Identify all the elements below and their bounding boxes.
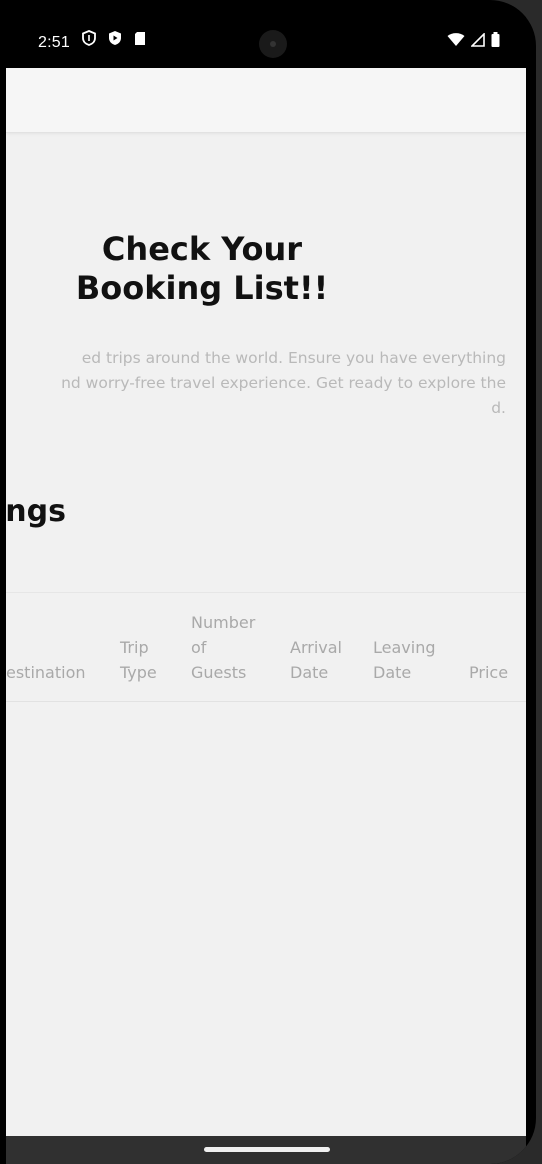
sd-card-icon bbox=[134, 31, 146, 46]
column-header-price[interactable]: Price bbox=[469, 660, 508, 685]
description-line: d. bbox=[491, 399, 506, 417]
battery-icon bbox=[491, 32, 500, 52]
column-header-text: Leaving bbox=[373, 638, 436, 657]
column-header-text: Date bbox=[290, 663, 329, 682]
column-header-leaving-date[interactable]: Leaving Date bbox=[373, 635, 436, 685]
navigation-bar bbox=[6, 1136, 526, 1164]
description-line: ed trips around the world. Ensure you ha… bbox=[81, 349, 506, 367]
status-bar: 2:51 bbox=[6, 6, 526, 68]
column-header-text: Date bbox=[373, 663, 412, 682]
status-icons-right bbox=[447, 31, 500, 52]
signal-icon bbox=[470, 31, 485, 52]
app-screen: Check Your Booking List!! ed trips aroun… bbox=[6, 68, 526, 1136]
page-description: ed trips around the world. Ensure you ha… bbox=[6, 346, 506, 421]
device-background: 2:51 Check Your Booking List!! ed trips … bbox=[0, 0, 542, 1164]
column-header-text: estination bbox=[6, 663, 86, 682]
column-header-text: Trip bbox=[120, 638, 149, 657]
bookings-table-header: estination Trip Type Number of Guests Ar… bbox=[6, 592, 526, 702]
home-indicator[interactable] bbox=[204, 1147, 330, 1152]
front-camera bbox=[259, 30, 287, 58]
status-icons-left bbox=[82, 30, 146, 46]
vpn-shield-icon bbox=[82, 30, 96, 46]
column-header-text: of bbox=[191, 638, 207, 657]
wifi-icon bbox=[447, 32, 465, 52]
status-time: 2:51 bbox=[38, 34, 70, 51]
column-header-number-of-guests[interactable]: Number of Guests bbox=[191, 610, 255, 685]
column-header-text: Type bbox=[120, 663, 157, 682]
phone-frame: 2:51 Check Your Booking List!! ed trips … bbox=[0, 0, 536, 1164]
description-line: nd worry-free travel experience. Get rea… bbox=[61, 374, 506, 392]
column-header-text: Price bbox=[469, 663, 509, 682]
page-title-line2: Booking List!! bbox=[75, 269, 329, 307]
page-title-line1: Check Your bbox=[101, 230, 303, 268]
shield-play-icon bbox=[108, 30, 122, 46]
column-header-arrival-date[interactable]: Arrival Date bbox=[290, 635, 342, 685]
column-header-trip-type[interactable]: Trip Type bbox=[120, 635, 157, 685]
column-header-text: Number bbox=[191, 613, 256, 632]
app-bar bbox=[6, 68, 526, 133]
column-header-text: Arrival bbox=[290, 638, 342, 657]
column-header-destination[interactable]: estination bbox=[6, 660, 86, 685]
page-title: Check Your Booking List!! bbox=[32, 230, 372, 308]
column-header-text: Guests bbox=[191, 663, 247, 682]
bookings-heading: ngs bbox=[6, 494, 66, 529]
